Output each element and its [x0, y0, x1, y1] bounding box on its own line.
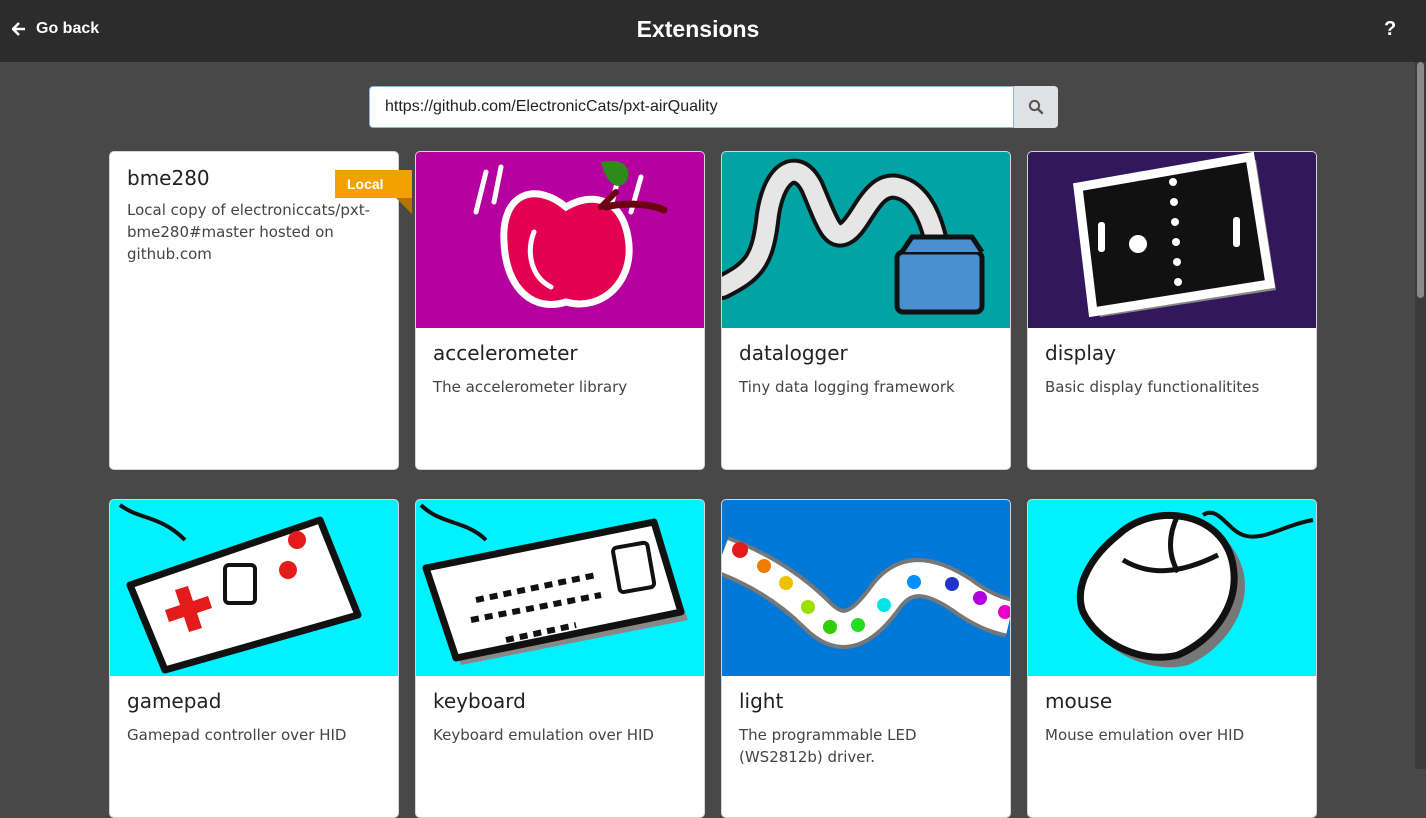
card-description: The programmable LED (WS2812b) driver.: [739, 726, 917, 766]
keyboard-image: [416, 500, 704, 676]
card-title: datalogger: [739, 341, 848, 365]
card-description: Local copy of electroniccats/pxt-bme280#…: [127, 201, 371, 263]
card-description: Keyboard emulation over HID: [433, 726, 654, 744]
search-input[interactable]: [369, 86, 1014, 128]
local-badge-fold: [396, 198, 412, 214]
card-description: Mouse emulation over HID: [1045, 726, 1245, 744]
extension-card-light[interactable]: light The programmable LED (WS2812b) dri…: [721, 499, 1011, 818]
extension-card-display[interactable]: display Basic display functionalitites: [1027, 151, 1317, 470]
display-image: [1028, 152, 1316, 328]
card-title: bme280: [127, 166, 210, 190]
card-title: light: [739, 689, 784, 713]
gamepad-image: [110, 500, 398, 676]
extension-card-bme280[interactable]: bme280 Local copy of electroniccats/pxt-…: [109, 151, 399, 470]
scrollbar-thumb[interactable]: [1417, 62, 1424, 298]
card-description: Tiny data logging framework: [739, 378, 955, 396]
page-title: Extensions: [636, 16, 760, 42]
card-title: keyboard: [433, 689, 526, 713]
search-button[interactable]: [1014, 86, 1058, 128]
top-bar: Go back Extensions ?: [0, 0, 1426, 62]
extension-card-datalogger[interactable]: datalogger Tiny data logging framework: [721, 151, 1011, 470]
card-title: mouse: [1045, 689, 1113, 713]
card-title: display: [1045, 341, 1117, 365]
datalogger-image: [722, 152, 1010, 328]
mouse-image: [1028, 500, 1316, 676]
card-description: Gamepad controller over HID: [127, 726, 347, 744]
card-title: accelerometer: [433, 341, 578, 365]
local-badge: Local: [335, 170, 412, 198]
light-image: [722, 500, 1010, 676]
search-bar: [369, 86, 1058, 128]
extension-card-accelerometer[interactable]: accelerometer The accelerometer library: [415, 151, 705, 470]
extension-card-keyboard[interactable]: keyboard Keyboard emulation over HID: [415, 499, 705, 818]
card-description: Basic display functionalitites: [1045, 378, 1260, 396]
search-icon: [1028, 99, 1044, 115]
help-button[interactable]: ?: [1384, 18, 1396, 41]
accelerometer-image: [416, 152, 704, 328]
extension-card-mouse[interactable]: mouse Mouse emulation over HID: [1027, 499, 1317, 818]
extension-card-gamepad[interactable]: gamepad Gamepad controller over HID: [109, 499, 399, 818]
card-description: The accelerometer library: [433, 378, 628, 396]
card-title: gamepad: [127, 689, 222, 713]
